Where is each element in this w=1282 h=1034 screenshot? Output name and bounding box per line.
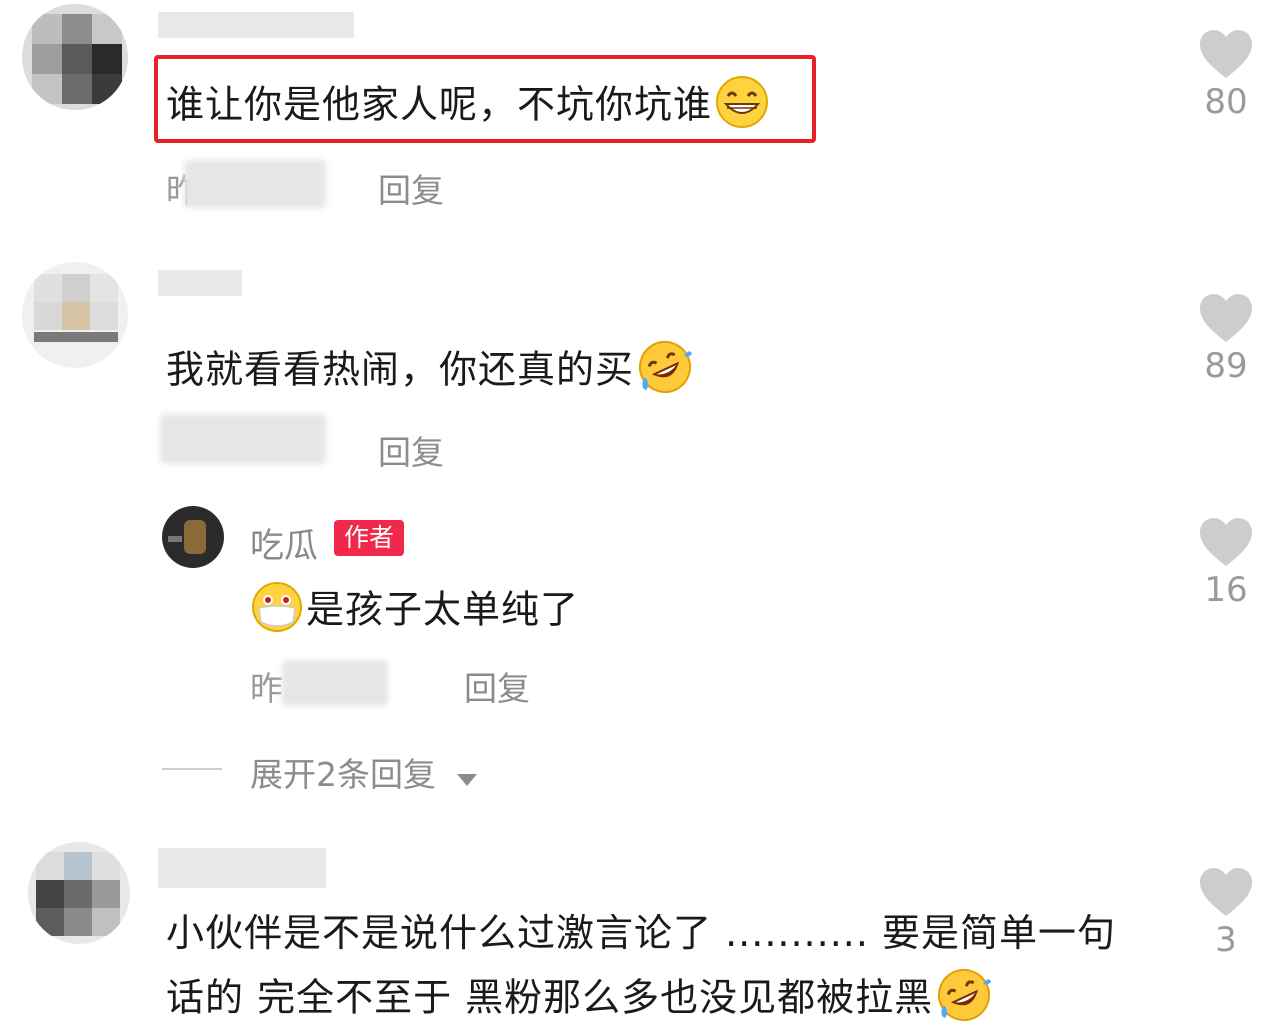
username-redacted[interactable] <box>158 848 326 888</box>
time-redacted <box>184 160 326 208</box>
rolling-on-floor-laughing-icon <box>935 966 993 1034</box>
avatar[interactable] <box>22 262 128 368</box>
comment-text: 谁让你是他家人呢，不坑你坑谁 <box>166 74 770 140</box>
like-count: 80 <box>1204 82 1248 122</box>
like-count: 89 <box>1204 346 1248 386</box>
like-button[interactable]: 80 <box>1186 28 1266 122</box>
expand-replies-button[interactable]: 展开2条回复 <box>250 748 479 796</box>
heart-icon <box>1200 518 1252 566</box>
caret-down-icon <box>455 757 479 796</box>
reply-button[interactable]: 回复 <box>378 164 444 212</box>
author-avatar[interactable] <box>162 506 224 568</box>
avatar[interactable] <box>28 842 130 944</box>
author-name[interactable]: 吃瓜 <box>250 518 318 567</box>
rolling-on-floor-laughing-icon <box>636 338 694 406</box>
reply-button[interactable]: 回复 <box>378 426 444 474</box>
comment-text-line1: 小伙伴是不是说什么过激言论了 ........... 要是简单一句 <box>166 911 1117 955</box>
like-button[interactable]: 89 <box>1186 292 1266 386</box>
divider <box>162 768 222 770</box>
time-redacted <box>282 660 388 706</box>
username-redacted[interactable] <box>158 12 354 38</box>
reply-text: 是孩子太单纯了 <box>250 580 579 644</box>
time-redacted <box>160 414 326 464</box>
reply-button[interactable]: 回复 <box>464 662 530 710</box>
grinning-face-icon <box>714 74 770 140</box>
heart-icon <box>1200 30 1252 78</box>
like-button[interactable]: 16 <box>1186 516 1266 610</box>
username-redacted[interactable] <box>158 270 242 296</box>
comment-text: 我就看看热闹，你还真的买 <box>166 338 694 406</box>
avatar[interactable] <box>22 4 128 110</box>
heart-icon <box>1200 868 1252 916</box>
mask-face-icon <box>250 580 304 644</box>
like-count: 16 <box>1204 570 1248 610</box>
author-badge: 作者 <box>334 520 405 556</box>
like-button[interactable]: 3 <box>1186 866 1266 960</box>
like-count: 3 <box>1215 920 1237 960</box>
comment-text-line2: 话的 完全不至于 黑粉那么多也没见都被拉黑 <box>166 966 993 1034</box>
heart-icon <box>1200 294 1252 342</box>
